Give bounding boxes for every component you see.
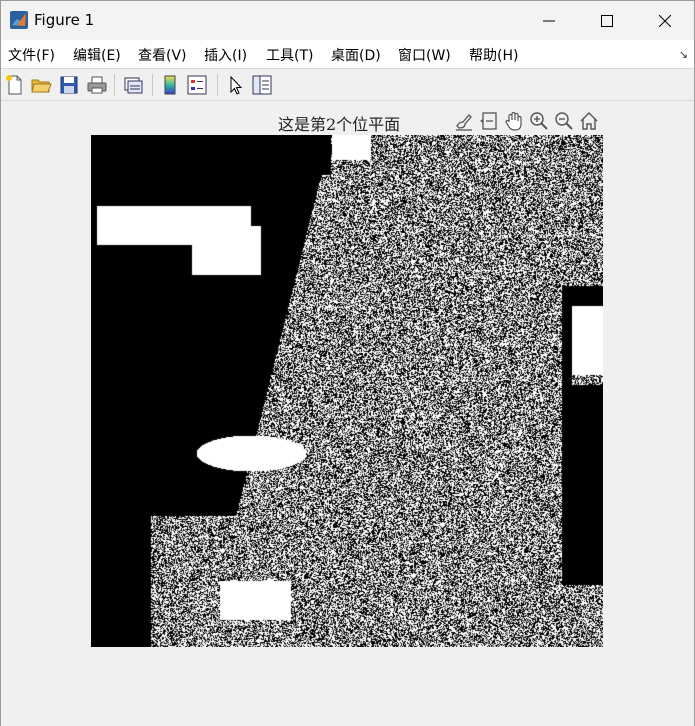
bit-plane-canvas — [91, 135, 603, 647]
link-plot-icon[interactable] — [122, 74, 144, 96]
zoom-in-icon[interactable] — [528, 110, 550, 132]
window-title: Figure 1 — [34, 11, 95, 29]
edit-plot-icon[interactable] — [224, 74, 246, 96]
home-icon[interactable] — [578, 110, 600, 132]
toolbar-separator — [114, 74, 115, 96]
menu-help[interactable]: 帮助(H) — [469, 45, 518, 65]
bit-plane-image[interactable] — [91, 135, 603, 647]
brush-icon[interactable] — [453, 110, 475, 132]
menu-bar: 文件(F) 编辑(E) 查看(V) 插入(I) 工具(T) 桌面(D) 窗口(W… — [1, 40, 694, 68]
open-file-icon[interactable] — [30, 74, 52, 96]
legend-icon[interactable] — [186, 74, 208, 96]
figure-toolbar — [1, 68, 694, 101]
colorbar-icon[interactable] — [159, 74, 181, 96]
minimize-icon — [543, 20, 555, 21]
axes-toolbar — [453, 110, 600, 132]
menu-insert[interactable]: 插入(I) — [204, 45, 247, 65]
axes-title: 这是第2个位平面 — [278, 115, 401, 134]
print-icon[interactable] — [86, 74, 108, 96]
menu-edit[interactable]: 编辑(E) — [73, 45, 121, 65]
data-tips-icon[interactable] — [478, 110, 500, 132]
menu-file[interactable]: 文件(F) — [8, 45, 55, 65]
property-inspector-icon[interactable] — [251, 74, 273, 96]
title-bar[interactable]: Figure 1 — [1, 1, 694, 40]
toolbar-separator — [152, 74, 153, 96]
pan-icon[interactable] — [503, 110, 525, 132]
zoom-out-icon[interactable] — [553, 110, 575, 132]
menu-window[interactable]: 窗口(W) — [398, 45, 451, 65]
close-button[interactable] — [636, 1, 694, 40]
menu-tools[interactable]: 工具(T) — [266, 45, 313, 65]
figure-canvas: 这是第2个位平面 — [1, 102, 694, 726]
toolbar-separator — [217, 74, 218, 96]
maximize-icon — [601, 14, 613, 27]
figure-window: Figure 1 文件(F) 编辑(E) 查看(V) 插入(I) 工具(T) 桌… — [0, 0, 695, 726]
maximize-button[interactable] — [578, 1, 636, 40]
new-figure-icon[interactable] — [4, 74, 26, 96]
save-icon[interactable] — [58, 74, 80, 96]
minimize-button[interactable] — [520, 1, 578, 40]
dock-arrow-icon[interactable]: ↘ — [679, 48, 688, 61]
matlab-logo-icon — [9, 10, 29, 30]
menu-view[interactable]: 查看(V) — [138, 45, 187, 65]
close-icon — [659, 14, 671, 27]
menu-desktop[interactable]: 桌面(D) — [331, 45, 381, 65]
